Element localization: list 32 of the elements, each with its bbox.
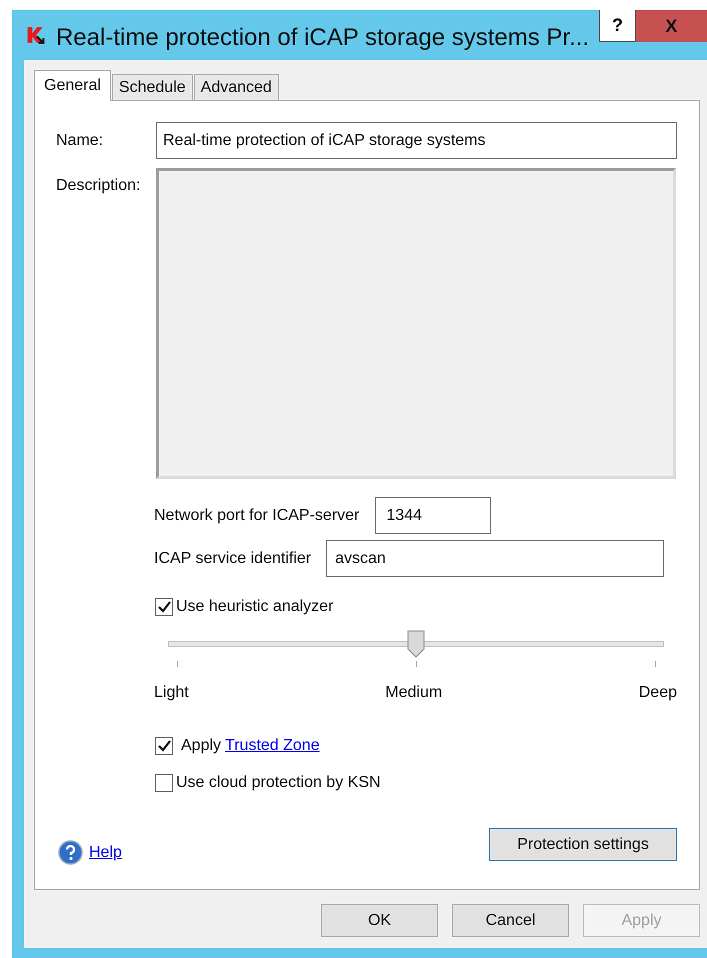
service-label: ICAP service identifier bbox=[154, 548, 312, 568]
checkbox-label: Use cloud protection by KSN bbox=[176, 773, 381, 793]
tab[interactable]: Advanced bbox=[194, 74, 279, 100]
description-label: Description: bbox=[56, 176, 142, 196]
help-icon bbox=[58, 840, 83, 865]
checkmark-icon bbox=[158, 740, 170, 752]
checkbox[interactable] bbox=[155, 737, 173, 755]
name-label: Name: bbox=[56, 130, 104, 150]
port-field[interactable]: 1344 bbox=[375, 497, 492, 534]
slider-stop-label: Deep bbox=[638, 683, 677, 703]
checkbox-label: Apply bbox=[181, 736, 222, 756]
service-field[interactable]: avscan bbox=[326, 540, 664, 577]
checkbox[interactable] bbox=[155, 774, 173, 792]
window-title: Real-time protection of iCAP storage systems Pr... bbox=[56, 23, 590, 53]
protection-settings-button[interactable]: Protection settings bbox=[489, 828, 677, 861]
checkbox-label: Use heuristic analyzer bbox=[176, 597, 334, 617]
checkmark-icon bbox=[158, 601, 170, 613]
name-field[interactable]: Real-time protection of iCAP storage systems bbox=[156, 122, 677, 159]
help-button[interactable]: ? bbox=[599, 10, 636, 42]
slider-stop-label: Light bbox=[154, 683, 189, 703]
slider-thumb[interactable] bbox=[407, 630, 425, 658]
help-link[interactable]: Help bbox=[89, 840, 122, 864]
checkbox[interactable] bbox=[155, 598, 173, 616]
port-label: Network port for ICAP-server bbox=[154, 506, 360, 526]
tab[interactable]: General bbox=[34, 70, 111, 101]
slider-stop-label: Medium bbox=[385, 683, 442, 703]
tab[interactable]: Schedule bbox=[112, 74, 193, 100]
dialog-button[interactable]: OK bbox=[321, 904, 438, 937]
trusted-zone-link[interactable]: Trusted Zone bbox=[225, 734, 320, 758]
dialog-button[interactable]: Cancel bbox=[452, 904, 569, 937]
close-button[interactable]: X bbox=[636, 10, 707, 42]
logo-icon bbox=[26, 24, 45, 46]
